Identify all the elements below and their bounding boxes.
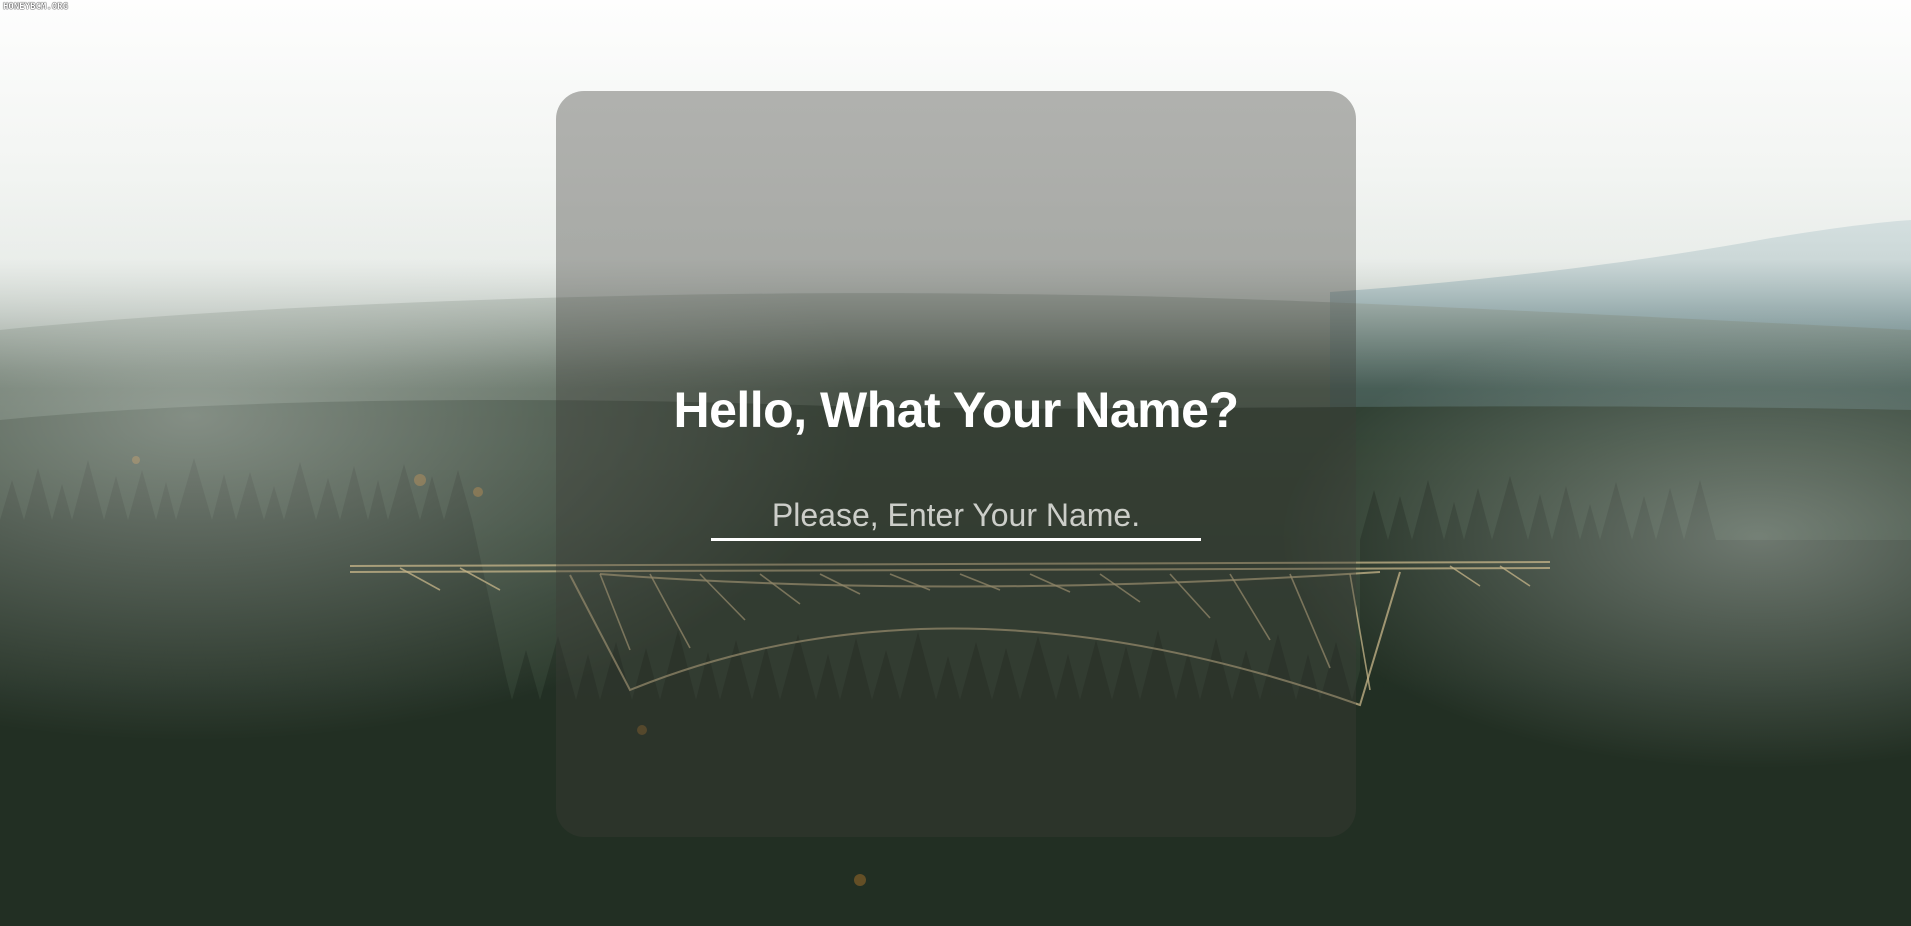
name-form-card: Hello, What Your Name? [556,91,1356,837]
page-background: HONEYBCM.ORG Hello, What Your Name? [0,0,1911,926]
name-input[interactable] [711,493,1201,541]
page-title: Hello, What Your Name? [673,382,1239,438]
watermark-text: HONEYBCM.ORG [3,2,69,12]
